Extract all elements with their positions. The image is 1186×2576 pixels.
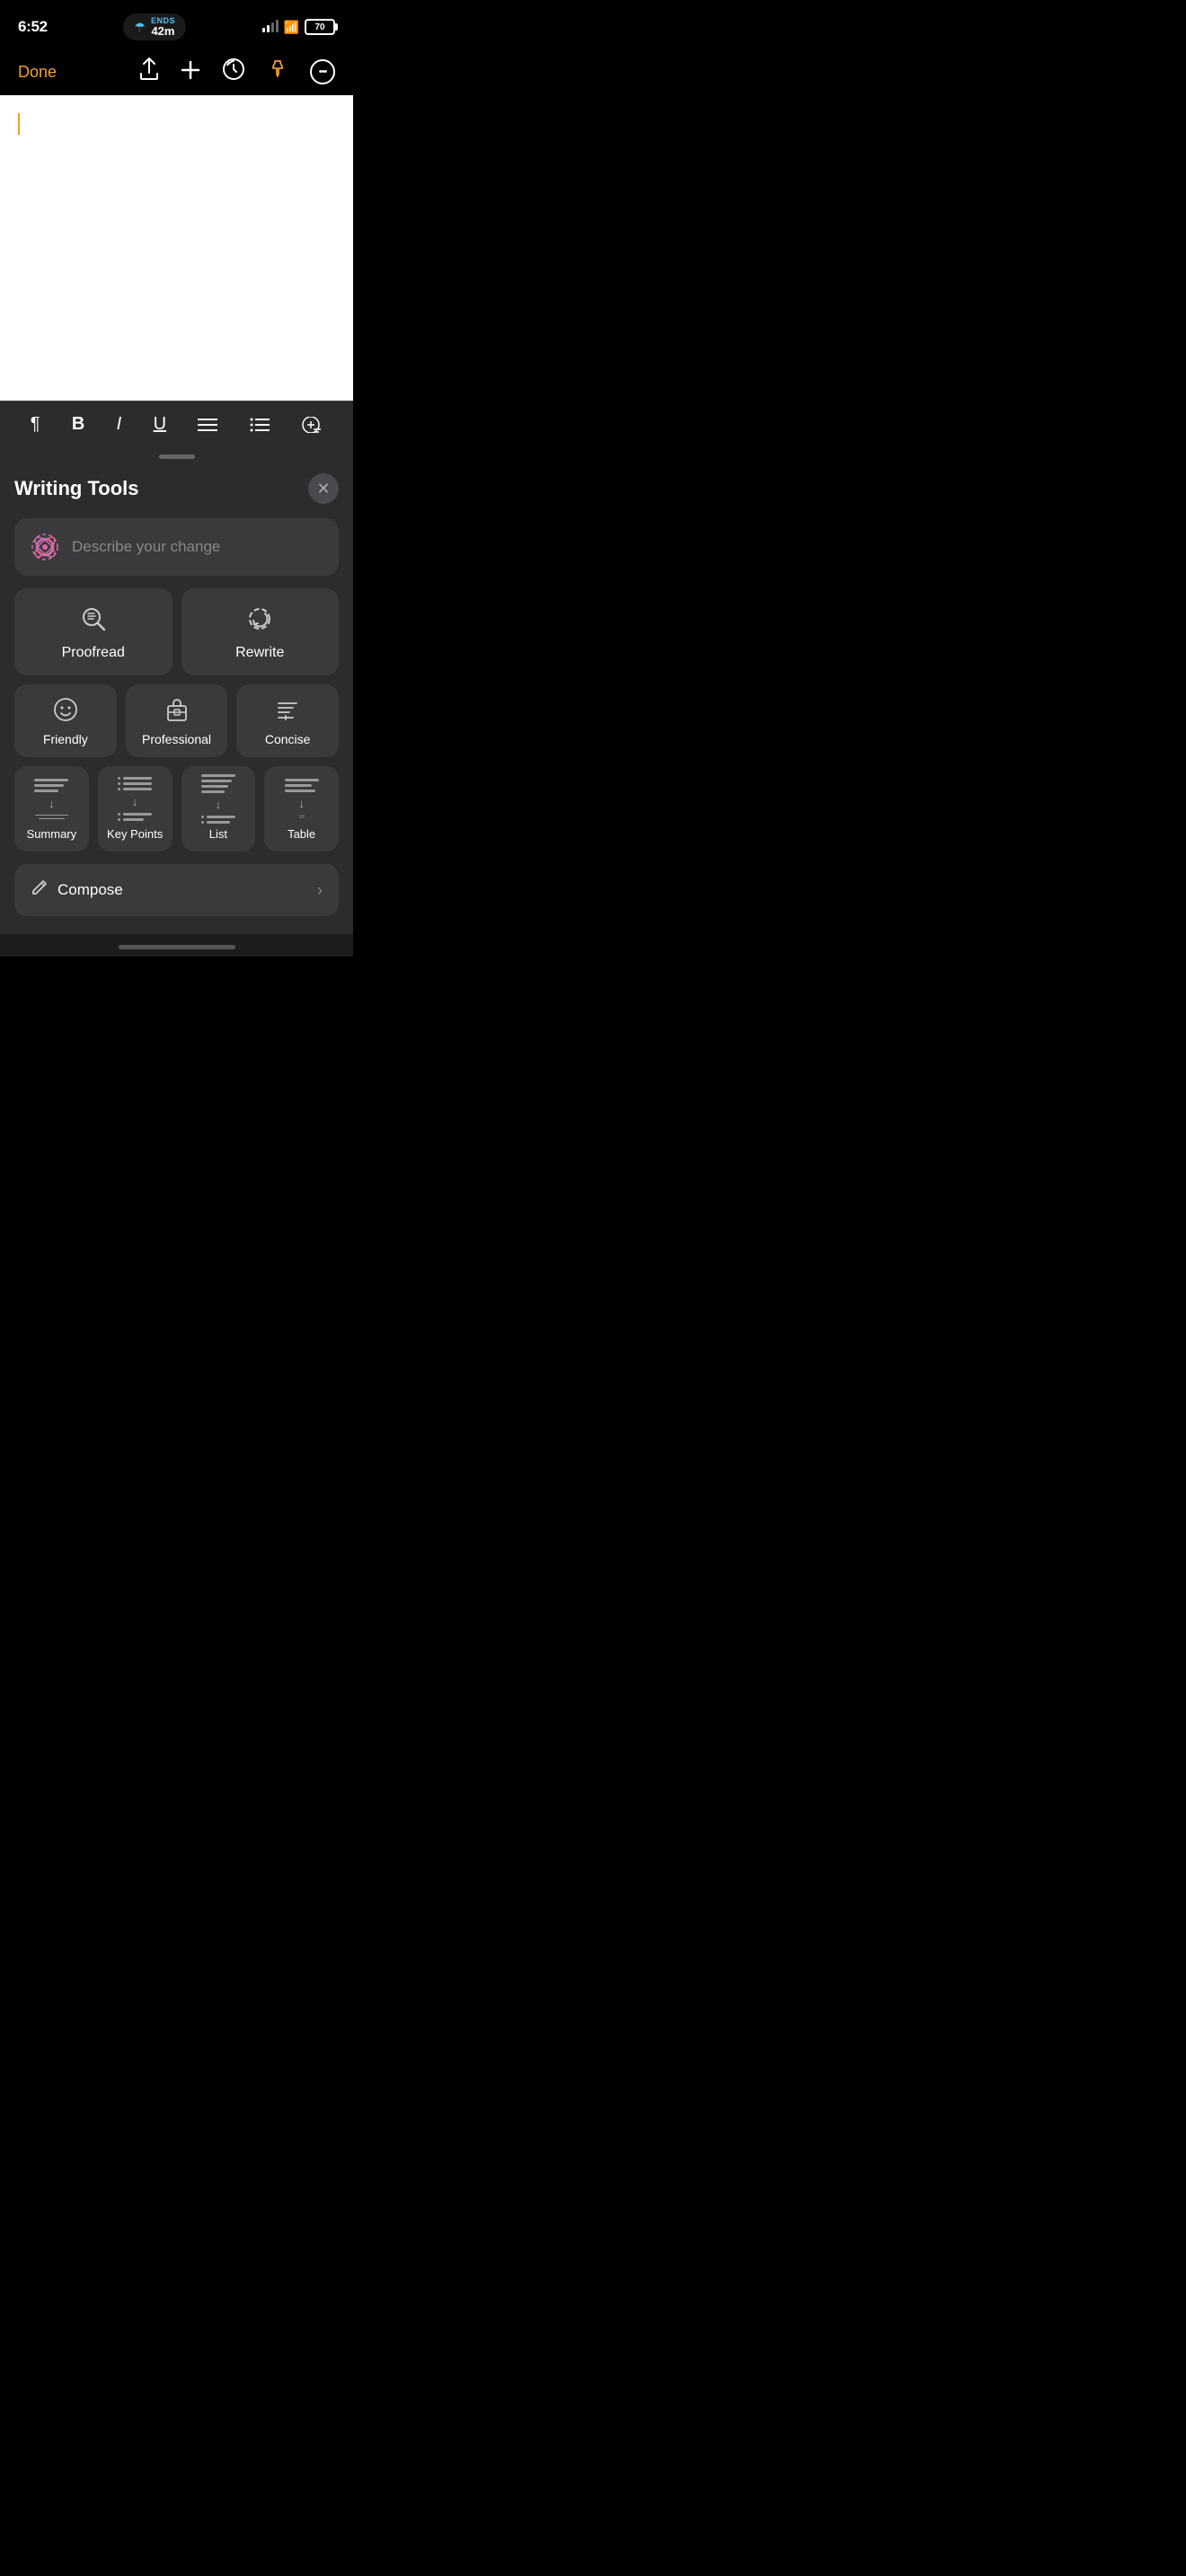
toolbar-icons: ••• bbox=[139, 57, 335, 86]
battery-indicator: 70 bbox=[305, 19, 335, 35]
writing-tools-panel: Writing Tools ✕ Describe your change bbox=[0, 459, 353, 934]
chevron-right-icon: › bbox=[317, 881, 323, 900]
concise-icon bbox=[275, 697, 300, 725]
proofread-label: Proofread bbox=[62, 645, 125, 661]
summary-button[interactable]: ↓ Summary bbox=[14, 766, 89, 851]
sheet-handle-container bbox=[0, 447, 353, 459]
list-icon: ↓ bbox=[195, 779, 242, 818]
friendly-button[interactable]: Friendly bbox=[14, 684, 117, 757]
underline-button[interactable]: U bbox=[154, 414, 166, 435]
professional-icon bbox=[164, 697, 190, 725]
friendly-icon bbox=[53, 697, 78, 725]
status-bar: 6:52 ☂ ENDS 42m 📶 70 bbox=[0, 0, 353, 49]
describe-input[interactable]: Describe your change bbox=[14, 518, 339, 576]
paragraph-button[interactable]: ¶ bbox=[31, 414, 40, 435]
share-icon[interactable] bbox=[139, 57, 159, 86]
table-icon: ↓ bbox=[279, 779, 325, 818]
rewrite-label: Rewrite bbox=[235, 645, 284, 661]
align-button[interactable] bbox=[198, 418, 217, 432]
summary-icon: ↓ bbox=[28, 779, 75, 818]
table-label: Table bbox=[288, 827, 315, 841]
compose-label: Compose bbox=[58, 881, 123, 899]
concise-label: Concise bbox=[265, 732, 311, 746]
writing-tools-header: Writing Tools ✕ bbox=[14, 473, 339, 504]
editor-area[interactable] bbox=[0, 95, 353, 401]
status-center: ☂ ENDS 42m bbox=[123, 13, 186, 40]
ends-time: 42m bbox=[151, 25, 174, 37]
ends-label: ENDS 42m bbox=[151, 17, 175, 37]
umbrella-icon: ☂ bbox=[134, 20, 146, 35]
describe-placeholder: Describe your change bbox=[72, 538, 220, 556]
table-button[interactable]: ↓ Table bbox=[264, 766, 339, 851]
status-time: 6:52 bbox=[18, 18, 48, 36]
text-cursor bbox=[18, 113, 20, 135]
key-points-button[interactable]: ↓ Key Points bbox=[98, 766, 173, 851]
top-tool-row: Proofread Rewrite bbox=[14, 588, 339, 675]
proofread-icon bbox=[79, 604, 108, 636]
key-points-icon: ↓ bbox=[111, 779, 158, 818]
pin-icon[interactable] bbox=[267, 58, 288, 85]
close-button[interactable]: ✕ bbox=[308, 473, 339, 504]
bold-button[interactable]: B bbox=[72, 414, 84, 435]
wifi-icon: 📶 bbox=[284, 20, 299, 35]
writing-tools-title: Writing Tools bbox=[14, 477, 139, 500]
summary-label: Summary bbox=[27, 827, 77, 841]
history-icon[interactable] bbox=[222, 57, 245, 86]
sheet-handle bbox=[159, 454, 195, 459]
professional-label: Professional bbox=[142, 732, 211, 746]
more-icon[interactable]: ••• bbox=[310, 59, 335, 84]
friendly-label: Friendly bbox=[43, 732, 88, 746]
pencil-icon bbox=[31, 878, 49, 902]
insert-list-button[interactable] bbox=[301, 417, 323, 433]
battery-level: 70 bbox=[314, 22, 324, 32]
list-button[interactable]: ↓ List bbox=[181, 766, 256, 851]
rewrite-icon bbox=[245, 604, 274, 636]
rewrite-button[interactable]: Rewrite bbox=[181, 588, 340, 675]
list-button[interactable] bbox=[250, 418, 270, 432]
compose-left: Compose bbox=[31, 878, 123, 902]
key-points-label: Key Points bbox=[107, 827, 163, 841]
app-toolbar: Done bbox=[0, 49, 353, 95]
list-label: List bbox=[209, 827, 227, 841]
home-indicator bbox=[0, 934, 353, 957]
summary-row: ↓ Summary bbox=[14, 766, 339, 851]
proofread-button[interactable]: Proofread bbox=[14, 588, 173, 675]
close-icon: ✕ bbox=[316, 480, 330, 498]
ai-logo-icon bbox=[29, 531, 61, 563]
tone-row: Friendly Professional bbox=[14, 684, 339, 757]
add-icon[interactable] bbox=[181, 58, 200, 86]
compose-button[interactable]: Compose › bbox=[14, 864, 339, 916]
professional-button[interactable]: Professional bbox=[126, 684, 228, 757]
status-right: 📶 70 bbox=[262, 19, 335, 35]
done-button[interactable]: Done bbox=[18, 63, 57, 82]
signal-icon bbox=[262, 22, 279, 32]
italic-button[interactable]: I bbox=[117, 414, 122, 435]
format-bar: ¶ B I U bbox=[0, 401, 353, 447]
concise-button[interactable]: Concise bbox=[236, 684, 339, 757]
home-bar bbox=[119, 945, 235, 949]
